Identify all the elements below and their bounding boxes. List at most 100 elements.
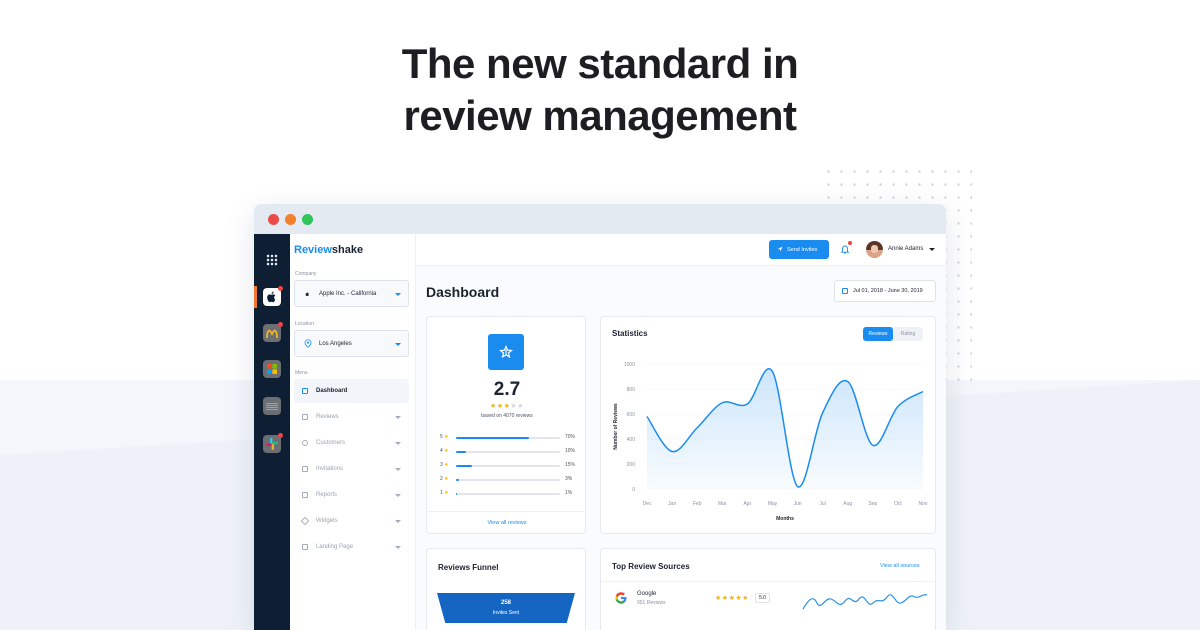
brand-logo-part-1: Review — [294, 244, 332, 256]
dist-stars: 1 — [440, 490, 443, 496]
star-icon: ★ — [444, 448, 449, 454]
dist-percent: 15% — [565, 462, 576, 468]
y-axis-label: Number of Reviews — [613, 403, 619, 450]
source-name[interactable]: Google — [637, 591, 656, 597]
apple-icon — [305, 291, 309, 297]
sidebar-item-dashboard[interactable]: Dashboard — [294, 379, 409, 403]
x-tick-label: Feb — [693, 501, 702, 507]
star-icon: ★ — [715, 595, 722, 602]
dist-stars: 3 — [440, 462, 443, 468]
google-icon — [615, 592, 627, 604]
funnel-stage-value: 258 — [500, 600, 511, 606]
rail-company-microsoft[interactable] — [263, 360, 281, 378]
send-invites-button[interactable]: Send Invites — [769, 240, 829, 259]
company-select-value: Apple Inc. - California — [319, 290, 377, 297]
apps-grid-icon[interactable] — [266, 254, 278, 266]
user-menu-chevron-icon[interactable] — [929, 248, 935, 251]
dist-star-label: 1 ★ — [440, 490, 449, 496]
dist-stars: 5 — [440, 434, 443, 440]
sources-title: Top Review Sources — [612, 562, 690, 571]
y-tick-label: 0 — [632, 487, 635, 493]
dist-percent: 70% — [565, 434, 576, 440]
app-window: Reviewshake Company Apple Inc. - Califor… — [254, 204, 946, 630]
funnel-stage-label: Invites Sent — [492, 610, 520, 616]
window-titlebar — [254, 204, 946, 234]
minimize-window-button[interactable] — [285, 213, 296, 225]
chevron-down-icon — [395, 293, 401, 296]
location-select-value: Los Angeles — [319, 340, 352, 347]
funnel-stage-invites: 258 Invites Sent — [437, 593, 575, 623]
sidebar-item-customers[interactable]: Customers — [294, 431, 409, 455]
sidebar-item-label: Dashboard — [316, 388, 348, 394]
menu-label: Menu — [295, 370, 308, 376]
envelope-icon — [302, 466, 308, 472]
top-review-sources-card: Top Review Sources View all sources Goog… — [600, 548, 937, 630]
date-range-picker[interactable]: Jul 01, 2018 - June 30, 2019 — [834, 280, 936, 302]
company-label: Company — [295, 271, 317, 277]
location-select[interactable]: Los Angeles — [294, 330, 409, 357]
location-label: Location — [295, 321, 314, 327]
dist-percent: 1% — [565, 490, 573, 496]
sidebar-item-reviews[interactable]: Reviews — [294, 405, 409, 429]
chevron-down-icon — [395, 546, 401, 549]
sparkline-path — [802, 594, 928, 610]
x-tick-label: Dec — [643, 501, 652, 507]
star-icon: ★ — [742, 595, 749, 602]
rating-stars: ★★★★★ — [427, 402, 587, 410]
close-window-button[interactable] — [268, 213, 279, 225]
view-all-sources-link[interactable]: View all sources — [880, 563, 920, 569]
company-select[interactable]: Apple Inc. - California — [294, 280, 409, 307]
avatar-face — [871, 245, 878, 253]
star-icon: ★ — [721, 595, 729, 602]
chevron-down-icon — [395, 416, 401, 419]
dist-percent: 10% — [565, 448, 576, 454]
sidebar-item-landing-page[interactable]: Landing Page — [294, 535, 409, 559]
rail-active-indicator — [254, 286, 257, 308]
x-tick-label: Mar — [718, 501, 727, 507]
dist-bar-fill — [456, 451, 467, 453]
dist-bar — [456, 465, 560, 467]
sidebar-item-reports[interactable]: Reports — [294, 483, 409, 507]
statistics-chart: 0 200 400 600 800 1000 Dec Jan Feb Mar Apr May Jun Ju… — [613, 362, 928, 522]
microsoft-icon — [267, 364, 277, 374]
rail-company-mcdonalds[interactable] — [263, 322, 283, 342]
funnel-title: Reviews Funnel — [438, 563, 499, 572]
x-tick-label: Aug — [843, 501, 852, 507]
dist-bar-fill — [456, 479, 460, 481]
notifications-button[interactable] — [838, 241, 852, 256]
rail-company-ibm[interactable] — [263, 397, 281, 415]
star-icon: ★ — [496, 403, 504, 410]
sidebar-item-invitations[interactable]: Invitations — [294, 457, 409, 481]
rating-distribution-row: 3 ★ 15% — [440, 462, 580, 470]
x-tick-label: May — [768, 501, 778, 507]
hero-headline: The new standard in review management — [0, 38, 1200, 142]
chevron-down-icon — [395, 343, 401, 346]
dist-percent: 3% — [565, 476, 573, 482]
x-tick-label: Oct — [894, 501, 902, 507]
calendar-icon — [842, 288, 848, 294]
send-invites-label: Send Invites — [787, 246, 818, 253]
dist-bar — [456, 451, 560, 453]
bar-chart-icon — [302, 492, 308, 498]
y-tick-label: 1000 — [624, 362, 635, 368]
rail-company-slack[interactable] — [263, 433, 283, 453]
star-icon: ★ — [517, 403, 524, 410]
average-rating: 2.7 — [493, 379, 521, 400]
reviews-icon — [302, 414, 308, 420]
star-icon: ★ — [444, 434, 449, 440]
headline-line-1: The new standard in — [401, 40, 799, 87]
brand-logo[interactable]: Reviewshake — [294, 244, 363, 256]
rail-company-apple[interactable] — [263, 286, 283, 306]
user-name[interactable]: Annie Adams — [888, 246, 923, 252]
y-tick-label: 400 — [627, 437, 636, 443]
paper-plane-icon — [777, 246, 783, 252]
dist-bar — [456, 493, 560, 495]
view-all-reviews-link[interactable]: View all reviews — [427, 520, 587, 526]
source-rating-badge: 5.0 — [755, 593, 770, 603]
dist-bar — [456, 479, 560, 481]
avatar[interactable] — [866, 241, 883, 258]
sidebar-item-label: Widgets — [316, 518, 338, 524]
chevron-down-icon — [395, 494, 401, 497]
sidebar-item-widgets[interactable]: Widgets — [294, 509, 409, 533]
maximize-window-button[interactable] — [302, 213, 313, 225]
